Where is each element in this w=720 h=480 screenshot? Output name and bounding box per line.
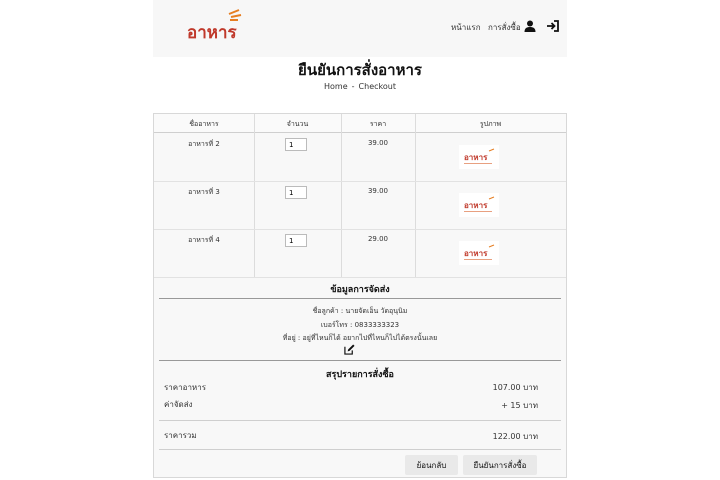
main-container: อาหาร หน้าแรก การสั่งซื้อ ยืนยันการสั่งอ… <box>153 0 567 480</box>
food-image-logo-text: อาหาร <box>464 153 488 162</box>
divider <box>159 360 561 361</box>
breadcrumb-current: Checkout <box>358 82 396 91</box>
shipping-title: ข้อมูลการจัดส่ง <box>330 285 390 295</box>
food-name: อาหารที่ 2 <box>188 140 220 148</box>
divider <box>159 420 561 421</box>
food-name: อาหารที่ 3 <box>188 188 220 196</box>
food-image: อาหาร <box>459 241 499 265</box>
breadcrumb: Home - Checkout <box>153 82 567 91</box>
shipping-fee-label: ค่าจัดส่ง <box>164 400 193 409</box>
header-quantity: จำนวน <box>286 120 309 128</box>
food-price: 39.00 <box>367 187 389 195</box>
breadcrumb-home[interactable]: Home <box>324 82 348 91</box>
food-image-logo-text: อาหาร <box>464 249 488 258</box>
checkout-table: ชื่ออาหาร จำนวน ราคา รูปภาพ อาหารที่ 2 3… <box>153 113 567 478</box>
back-button[interactable]: ย้อนกลับ <box>405 455 458 475</box>
food-price: 39.00 <box>367 139 389 147</box>
table-row: อาหารที่ 4 29.00 อาหาร <box>154 229 566 278</box>
food-name: อาหารที่ 4 <box>188 236 220 244</box>
customer-name: ชื่อลูกค้า : นายจัดเอ็น วัดอุนุนิม <box>312 307 408 315</box>
sign-in-icon[interactable] <box>546 19 560 33</box>
divider <box>159 298 561 299</box>
breadcrumb-separator: - <box>351 82 355 91</box>
table-row: อาหารที่ 3 39.00 อาหาร <box>154 181 566 230</box>
edit-icon[interactable] <box>344 344 355 355</box>
food-price-label: ราคาอาหาร <box>164 383 206 392</box>
food-price: 29.00 <box>367 235 389 243</box>
nav-orders-link[interactable]: การสั่งซื้อ <box>488 21 521 34</box>
customer-address: ที่อยู่ : อยู่ที่ไหนก็ได้ อยากไปที่ไหนก็… <box>282 334 438 342</box>
nav-home-link[interactable]: หน้าแรก <box>451 21 481 34</box>
logo-text: อาหาร <box>187 23 238 43</box>
food-image-logo-text: อาหาร <box>464 201 488 210</box>
logo[interactable]: อาหาร <box>185 8 245 44</box>
food-price-value: 107.00 บาท <box>492 383 538 392</box>
total-label: ราคารวม <box>164 431 197 440</box>
shipping-fee-value: + 15 บาท <box>501 401 538 410</box>
table-row: อาหารที่ 2 39.00 อาหาร <box>154 133 566 182</box>
page-title: ยืนยันการสั่งอาหาร <box>298 61 422 79</box>
total-value: 122.00 บาท <box>492 432 538 441</box>
food-image: อาหาร <box>459 145 499 169</box>
user-icon[interactable] <box>523 19 537 33</box>
divider <box>159 449 561 450</box>
confirm-order-button[interactable]: ยืนยันการสั่งซื้อ <box>463 455 537 475</box>
customer-phone: เบอร์โทร : 0833333323 <box>320 321 400 329</box>
quantity-input[interactable] <box>285 234 307 247</box>
quantity-input[interactable] <box>285 186 307 199</box>
navbar: อาหาร หน้าแรก การสั่งซื้อ <box>153 0 567 57</box>
quantity-input[interactable] <box>285 138 307 151</box>
checkout-page: อาหาร หน้าแรก การสั่งซื้อ ยืนยันการสั่งอ… <box>0 0 720 480</box>
food-image: อาหาร <box>459 193 499 217</box>
table-header: ชื่ออาหาร จำนวน ราคา รูปภาพ <box>154 114 566 133</box>
header-image: รูปภาพ <box>479 120 502 128</box>
header-price: ราคา <box>369 120 387 128</box>
header-food-name: ชื่ออาหาร <box>189 120 219 128</box>
summary-title: สรุปรายการสั่งซื้อ <box>326 370 394 380</box>
